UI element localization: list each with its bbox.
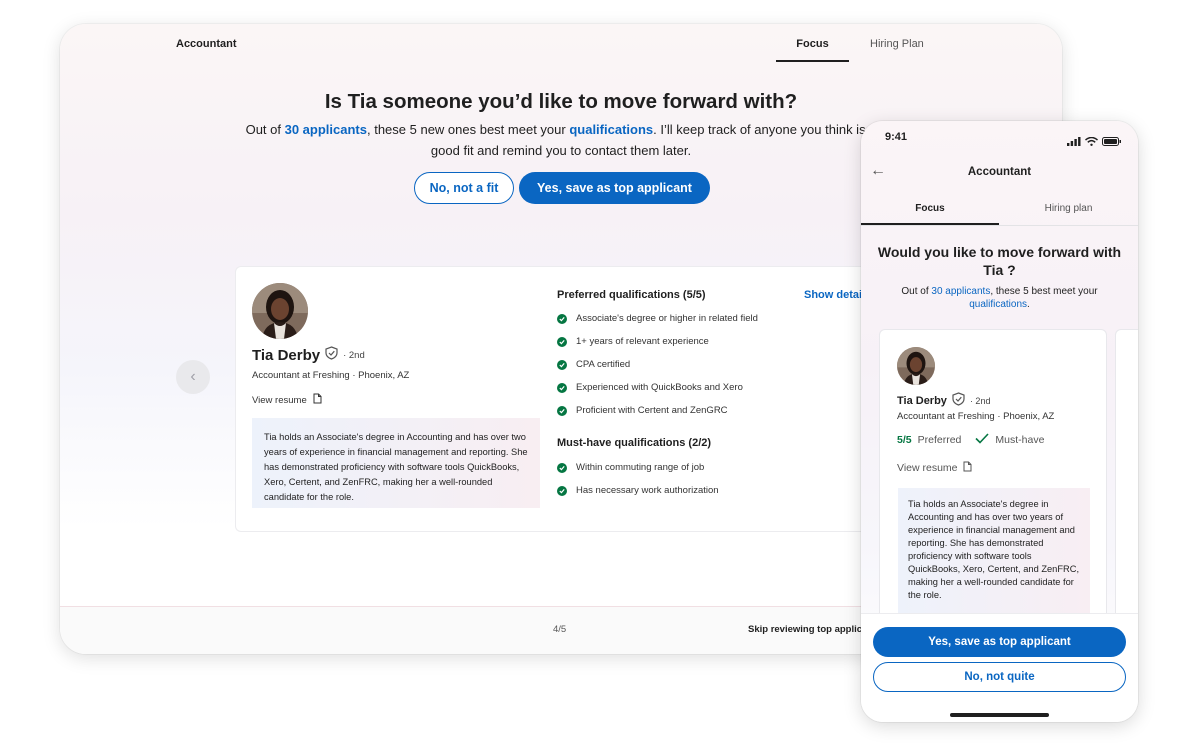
check-circle-icon <box>557 462 567 473</box>
check-circle-icon <box>557 485 567 496</box>
document-icon <box>313 393 322 407</box>
must-have-item: Within commuting range of job <box>557 462 704 473</box>
check-circle-icon <box>557 359 567 370</box>
applicants-link[interactable]: 30 applicants <box>931 286 990 297</box>
preferred-item: CPA certified <box>557 359 630 370</box>
check-circle-icon <box>557 313 567 324</box>
candidate-name-text: Tia Derby <box>252 346 321 364</box>
candidate-summary: Tia holds an Associate's degree in Accou… <box>252 418 540 508</box>
preferred-count: 5/5 <box>897 434 912 446</box>
tab-hiring-plan[interactable]: Hiring plan <box>999 203 1138 214</box>
status-time: 9:41 <box>885 131 908 143</box>
must-have-item-label: Has necessary work authorization <box>576 485 719 496</box>
battery-icon <box>1102 133 1122 151</box>
preferred-item: Proficient with Certent and ZenGRC <box>557 405 728 416</box>
check-circle-icon <box>557 336 567 347</box>
page-subtitle: Out of 30 applicants, these 5 new ones b… <box>230 119 892 161</box>
previous-button[interactable]: ‹ <box>176 360 210 394</box>
subtitle-text: Out of <box>901 286 932 297</box>
avatar <box>897 347 935 385</box>
phone-action-bar: Yes, save as top applicant No, not quite <box>861 613 1138 722</box>
qualifications-link[interactable]: qualifications <box>569 122 653 137</box>
phone-question: Would you like to move forward with Tia … <box>877 244 1122 278</box>
qualifications-link[interactable]: qualifications <box>969 299 1027 310</box>
preferred-item: Experienced with QuickBooks and Xero <box>557 382 743 393</box>
must-have-heading: Must-have qualifications (2/2) <box>557 437 712 449</box>
status-bar-icons <box>1067 133 1122 151</box>
preferred-heading: Preferred qualifications (5/5) <box>557 289 706 301</box>
verified-shield-icon <box>952 392 965 409</box>
phone-title: Accountant <box>967 166 1032 178</box>
view-resume-label: View resume <box>897 462 958 474</box>
chevron-left-icon: ‹ <box>190 368 196 385</box>
candidate-name-text: Tia Derby <box>897 394 947 407</box>
phone-window: 9:41 ← Accountant Focus Hiring plan Woul… <box>861 121 1138 722</box>
must-have-item: Has necessary work authorization <box>557 485 719 496</box>
no-fit-button[interactable]: No, not a fit <box>414 172 514 204</box>
subtitle-text: , these 5 new ones best meet your <box>366 122 570 137</box>
save-top-applicant-button[interactable]: Yes, save as top applicant <box>873 627 1126 657</box>
subtitle-text: Out of <box>245 122 285 137</box>
candidate-card: Tia Derby · 2nd Accountant at Freshing ·… <box>879 329 1107 629</box>
subtitle-text: , these 5 best meet your <box>990 286 1098 297</box>
candidate-name[interactable]: Tia Derby · 2nd <box>252 346 365 364</box>
candidate-role: Accountant at Freshing · Phoenix, AZ <box>897 411 1055 422</box>
preferred-item-label: Associate's degree or higher in related … <box>576 313 758 324</box>
must-have-label: Must-have <box>995 434 1045 446</box>
pager: 4/5 <box>553 624 567 635</box>
view-resume-link[interactable]: View resume <box>252 393 322 407</box>
preferred-item-label: 1+ years of relevant experience <box>576 336 709 347</box>
checkmark-icon <box>975 433 989 447</box>
preferred-item: 1+ years of relevant experience <box>557 336 709 347</box>
page-question: Is Tia someone you’d like to move forwar… <box>324 90 798 113</box>
tab-focus[interactable]: Focus <box>776 38 849 50</box>
tab-hiring-plan[interactable]: Hiring Plan <box>870 38 924 50</box>
preferred-item-label: CPA certified <box>576 359 631 370</box>
view-resume-link[interactable]: View resume <box>897 461 972 475</box>
connection-degree: · 2nd <box>969 395 991 406</box>
document-icon <box>963 461 972 475</box>
view-resume-label: View resume <box>252 394 307 406</box>
candidate-role: Accountant at Freshing · Phoenix, AZ <box>252 370 410 381</box>
signal-icon <box>1067 133 1081 151</box>
avatar <box>252 283 308 339</box>
must-have-item-label: Within commuting range of job <box>576 462 705 473</box>
preferred-item-label: Proficient with Certent and ZenGRC <box>576 405 728 416</box>
phone-subtitle: Out of 30 applicants, these 5 best meet … <box>881 285 1118 311</box>
tab-focus[interactable]: Focus <box>861 203 999 214</box>
tab-active-indicator <box>776 60 849 62</box>
preferred-item-label: Experienced with QuickBooks and Xero <box>576 382 743 393</box>
check-circle-icon <box>557 405 567 416</box>
qualification-match: 5/5 Preferred Must-have <box>897 433 1044 447</box>
connection-degree: · 2nd <box>343 349 365 361</box>
save-top-applicant-button[interactable]: Yes, save as top applicant <box>519 172 710 204</box>
check-circle-icon <box>557 382 567 393</box>
preferred-item: Associate's degree or higher in related … <box>557 313 758 324</box>
job-title: Accountant <box>176 38 237 50</box>
not-quite-button[interactable]: No, not quite <box>873 662 1126 692</box>
home-indicator <box>950 713 1049 717</box>
wifi-icon <box>1085 133 1098 151</box>
candidate-name[interactable]: Tia Derby · 2nd <box>897 392 990 409</box>
next-candidate-card[interactable] <box>1115 329 1138 629</box>
verified-shield-icon <box>325 346 338 364</box>
candidate-summary: Tia holds an Associate's degree in Accou… <box>898 488 1090 620</box>
subtitle-text: . <box>1027 299 1030 310</box>
applicants-link[interactable]: 30 applicants <box>285 122 367 137</box>
candidate-card: Tia Derby · 2nd Accountant at Freshing ·… <box>235 266 895 532</box>
tab-divider <box>861 225 1138 226</box>
preferred-label: Preferred <box>917 434 962 446</box>
